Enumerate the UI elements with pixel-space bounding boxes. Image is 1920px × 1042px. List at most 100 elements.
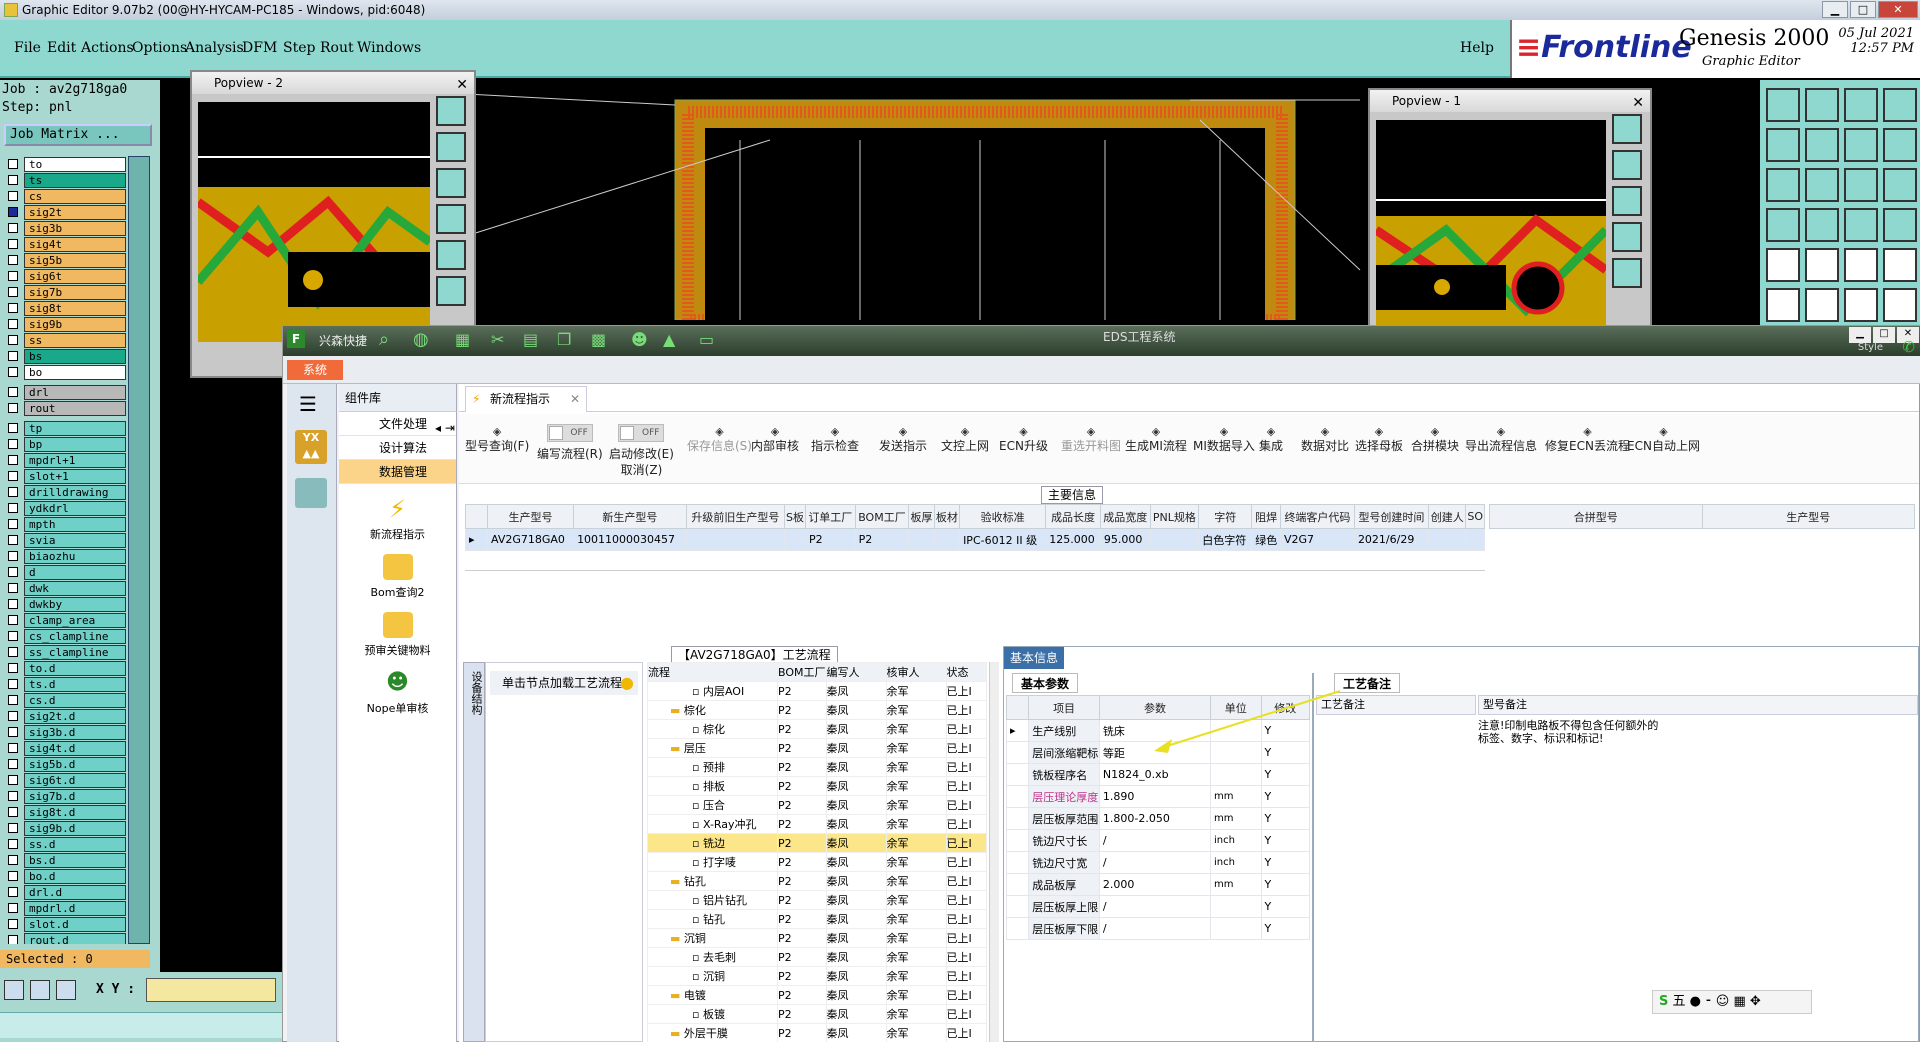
toolbar-button-5[interactable]: ◈ 指示检查 [811, 424, 859, 454]
layer-name[interactable]: sig7b.d [24, 788, 126, 804]
main-cell[interactable] [685, 528, 786, 551]
toolbox-tool-icon[interactable] [1883, 88, 1917, 122]
layer-row[interactable]: sig8t [4, 300, 126, 316]
layer-row[interactable]: mpth [4, 516, 126, 532]
toolbar-button-18[interactable]: ◈ ECN自动上网 [1627, 424, 1700, 454]
layer-name[interactable]: sig2t [24, 204, 126, 220]
toolbar-button-9[interactable]: ◈ 重选开料图 [1061, 424, 1121, 454]
menu-actions[interactable]: Actions [81, 40, 134, 56]
layer-checkbox[interactable] [8, 207, 18, 217]
layer-row[interactable]: slot+1 [4, 468, 126, 484]
layer-row[interactable]: sig8t.d [4, 804, 126, 820]
main-cell[interactable] [1149, 528, 1200, 551]
layer-checkbox[interactable] [8, 367, 18, 377]
layer-name[interactable]: bo [24, 364, 126, 380]
layer-name[interactable]: sig3b [24, 220, 126, 236]
tab-close-icon[interactable]: ✕ [570, 387, 580, 411]
layer-name[interactable]: bs [24, 348, 126, 364]
layer-checkbox[interactable] [8, 839, 18, 849]
layer-name[interactable]: sig6t.d [24, 772, 126, 788]
collapse-icon[interactable]: ◂ ⇥ [435, 414, 455, 442]
main-col[interactable]: 新生产型号 [573, 504, 687, 529]
toolbar-button-4[interactable]: ◈ 内部审核 [751, 424, 799, 454]
new-process-icon-button[interactable]: ⚡ 新流程指示 [339, 496, 456, 542]
layer-name[interactable]: to.d [24, 660, 126, 676]
layer-row[interactable]: rout [4, 400, 126, 416]
proc-row[interactable]: ▫ 板镀 P2 秦凤 余军 已上I [647, 1004, 988, 1024]
menu-options[interactable]: Options [132, 40, 187, 56]
toolbox-tool-icon[interactable] [1766, 168, 1800, 202]
proc-row[interactable]: ▬ 外层干膜 P2 秦凤 余军 已上I [647, 1023, 988, 1042]
proc-row[interactable]: ▬ 沉铜 P2 秦凤 余军 已上I [647, 928, 988, 948]
main-cell[interactable]: 绿色 [1251, 528, 1281, 551]
popview-1-close-icon[interactable]: ✕ [1632, 92, 1644, 114]
toolbox-tool-icon[interactable] [1883, 128, 1917, 162]
toolbar-button-15[interactable]: ◈ 合拼模块 [1411, 424, 1459, 454]
toolbar-button-3[interactable]: ◈ 保存信息(S) [687, 424, 752, 454]
table-icon[interactable]: ▦ [455, 330, 470, 349]
toolbox-tool-icon[interactable] [1766, 88, 1800, 122]
layer-name[interactable]: clamp_area [24, 612, 126, 628]
layer-checkbox[interactable] [8, 439, 18, 449]
hamburger-icon[interactable]: ☰ [299, 392, 317, 416]
main-cell[interactable]: V2G7 [1279, 528, 1355, 551]
layer-checkbox[interactable] [8, 159, 18, 169]
layer-name[interactable]: rout [24, 400, 126, 416]
sidebar-item-data[interactable]: 数据管理 [339, 460, 456, 484]
layer-name[interactable]: cs [24, 188, 126, 204]
main-cell[interactable]: AV2G718GA0 [486, 528, 575, 551]
layer-checkbox[interactable] [8, 663, 18, 673]
eds-minimize-button[interactable]: ▁ [1849, 327, 1871, 343]
layer-checkbox[interactable] [8, 919, 18, 929]
main-col[interactable]: 字符 [1198, 504, 1253, 529]
pv1-tool-5-icon[interactable] [1612, 258, 1642, 288]
toggle-switch[interactable]: OFF [546, 424, 593, 442]
layer-row[interactable]: sig9b [4, 316, 126, 332]
layer-checkbox[interactable] [8, 855, 18, 865]
toggle-switch[interactable]: OFF [618, 424, 665, 442]
tab-basic-params[interactable]: 基本参数 [1012, 673, 1079, 693]
proc-row[interactable]: ▫ 打字唛 P2 秦凤 余军 已上I [647, 852, 988, 872]
layer-checkbox[interactable] [8, 255, 18, 265]
toolbar-button-7[interactable]: ◈ 文控上网 [941, 424, 989, 454]
chart-icon[interactable]: ▲ [663, 330, 675, 349]
layer-row[interactable]: sig4t.d [4, 740, 126, 756]
proc-col[interactable]: 核审人 [885, 662, 947, 682]
layer-name[interactable]: bs.d [24, 852, 126, 868]
layer-name[interactable]: ss [24, 332, 126, 348]
layer-name[interactable]: sig9b [24, 316, 126, 332]
layer-row[interactable]: bp [4, 436, 126, 452]
layer-row[interactable]: slot.d [4, 916, 126, 932]
toolbox-tool-icon[interactable] [1844, 288, 1878, 322]
main-cell[interactable] [784, 528, 806, 551]
layer-checkbox[interactable] [8, 239, 18, 249]
proc-row[interactable]: ▫ 沉铜 P2 秦凤 余军 已上I [647, 966, 988, 986]
param-row[interactable]: 成品板厚 2.000 mm Y [1005, 873, 1310, 896]
calculator-module-icon[interactable] [295, 478, 327, 508]
tab-new-process[interactable]: ⚡ 新流程指示 ✕ [465, 386, 587, 412]
layer-checkbox[interactable] [8, 287, 18, 297]
menu-step[interactable]: Step [283, 40, 315, 56]
layer-name[interactable]: to [24, 156, 126, 172]
layer-row[interactable]: sig6t [4, 268, 126, 284]
copy-icon[interactable]: ❐ [557, 330, 571, 349]
layer-name[interactable]: rout.d [24, 932, 126, 944]
style-label[interactable]: Style [1858, 342, 1883, 353]
menu-windows[interactable]: Windows [357, 40, 421, 56]
main-cell[interactable]: 2021/6/29 [1353, 528, 1429, 551]
toolbar-button-2[interactable]: OFF 启动修改(E) 取消(Z) [609, 424, 674, 478]
main-col[interactable]: SO [1465, 504, 1485, 529]
layer-row[interactable]: cs_clampline [4, 628, 126, 644]
main-cell[interactable] [1427, 528, 1467, 551]
layer-name[interactable]: sig9b.d [24, 820, 126, 836]
main-cell[interactable]: IPC-6012 II 级 [959, 528, 1047, 551]
layer-checkbox[interactable] [8, 471, 18, 481]
main-cell[interactable] [908, 528, 935, 551]
ime-bar[interactable]: S 五 ● ⁃ ☺ ▦ ✥ [1652, 990, 1812, 1014]
main-col[interactable]: 订单工厂 [804, 504, 856, 529]
layer-checkbox[interactable] [8, 775, 18, 785]
monitor-icon[interactable]: ▭ [699, 330, 714, 349]
main-col[interactable]: 生产型号 [486, 504, 575, 529]
toolbox-tool-icon[interactable] [1766, 288, 1800, 322]
toolbar-button-12[interactable]: ◈ 集成 [1259, 424, 1283, 454]
